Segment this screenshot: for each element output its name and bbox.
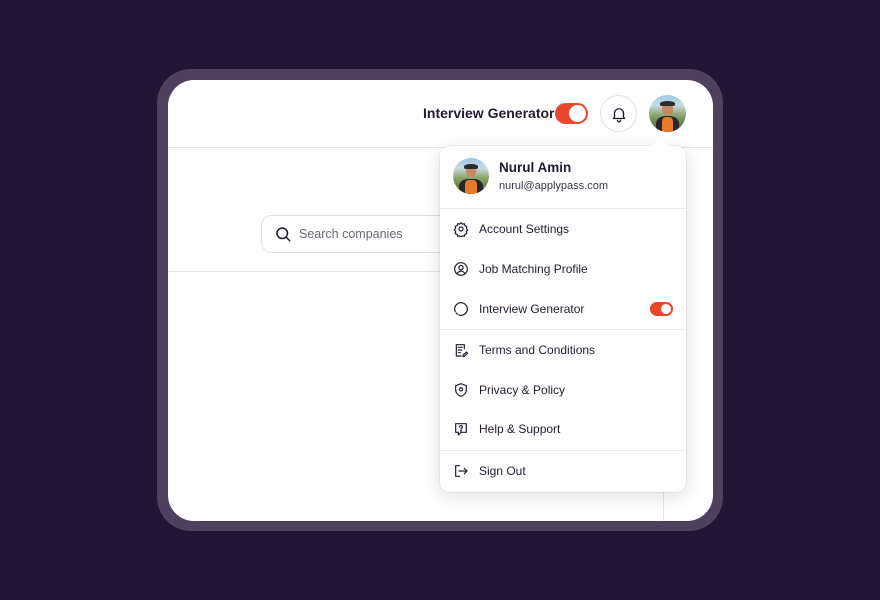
sign-out-icon xyxy=(453,463,469,479)
top-bar: Interview Generator xyxy=(168,80,713,148)
loading-circle-icon xyxy=(453,301,469,317)
menu-item-label: Privacy & Policy xyxy=(479,383,566,397)
menu-item-job-matching-profile[interactable]: Job Matching Profile xyxy=(440,249,686,289)
help-bubble-icon xyxy=(453,421,469,437)
user-circle-icon xyxy=(453,261,469,277)
menu-item-terms-and-conditions[interactable]: Terms and Conditions xyxy=(440,330,686,370)
divider xyxy=(168,271,468,272)
menu-item-label: Terms and Conditions xyxy=(479,343,596,357)
menu-item-interview-generator[interactable]: Interview Generator xyxy=(440,289,686,329)
interview-generator-toggle[interactable] xyxy=(555,103,588,124)
document-edit-icon xyxy=(453,342,469,358)
notifications-button[interactable] xyxy=(600,95,637,132)
menu-item-sign-out[interactable]: Sign Out xyxy=(440,451,686,491)
user-name: Nurul Amin xyxy=(499,160,572,175)
menu-item-label: Interview Generator xyxy=(479,302,585,316)
toggle-knob xyxy=(569,105,586,122)
search-placeholder: Search companies xyxy=(299,227,403,241)
user-info: Nurul Amin nurul@applypass.com xyxy=(440,146,686,209)
menu-item-label: Sign Out xyxy=(479,464,526,478)
user-avatar-button[interactable] xyxy=(649,95,686,132)
interview-generator-menu-toggle[interactable] xyxy=(650,302,673,316)
menu-item-account-settings[interactable]: Account Settings xyxy=(440,209,686,249)
menu-item-label: Job Matching Profile xyxy=(479,262,588,276)
menu-item-help-support[interactable]: Help & Support xyxy=(440,409,686,449)
avatar xyxy=(453,158,489,194)
gear-icon xyxy=(453,221,469,237)
interview-generator-label: Interview Generator xyxy=(423,105,555,121)
shield-pin-icon xyxy=(453,382,469,398)
user-email: nurul@applypass.com xyxy=(499,180,608,192)
search-icon xyxy=(276,227,291,242)
profile-dropdown-menu: Nurul Amin nurul@applypass.com Account S… xyxy=(440,137,686,492)
bell-icon xyxy=(612,107,625,122)
menu-item-label: Help & Support xyxy=(479,422,561,436)
menu-item-privacy-policy[interactable]: Privacy & Policy xyxy=(440,370,686,410)
menu-item-label: Account Settings xyxy=(479,222,570,236)
toggle-knob xyxy=(661,304,671,314)
